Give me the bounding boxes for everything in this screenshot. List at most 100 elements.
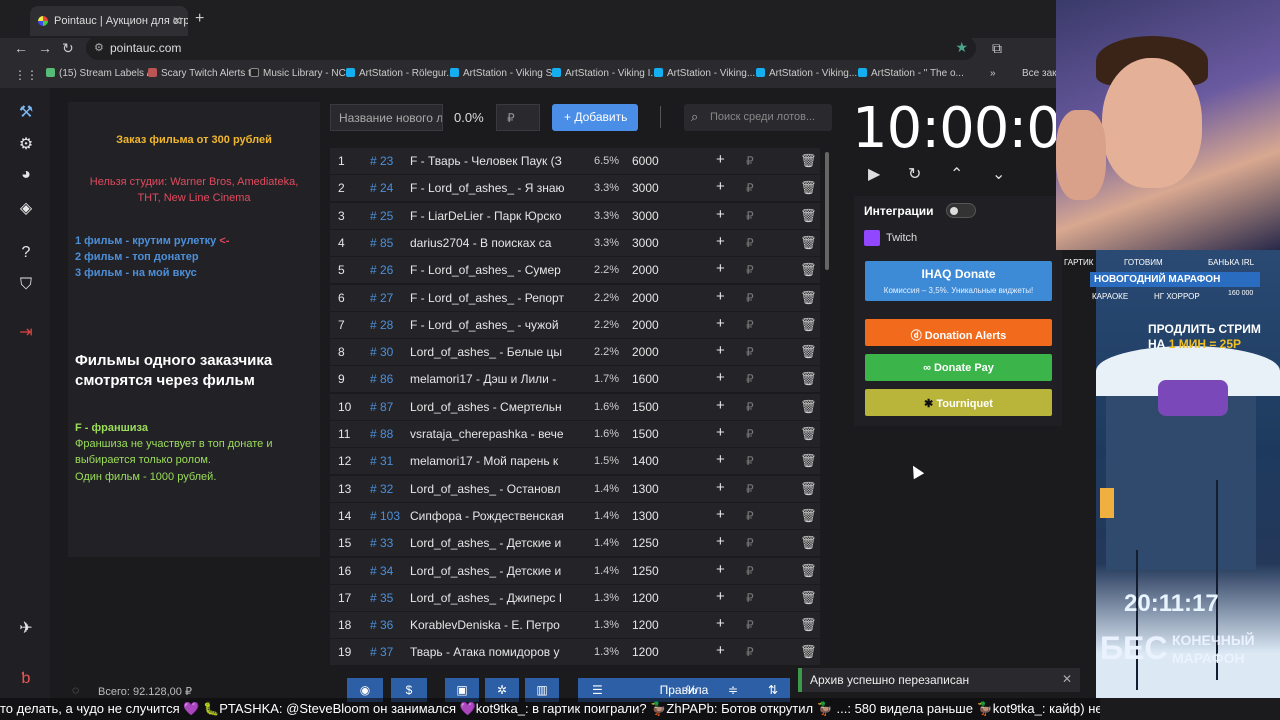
add-amount-input[interactable]: ₽ (746, 454, 754, 468)
amount-input[interactable]: ₽ (496, 104, 540, 131)
lot-name[interactable]: vsrataja_cherepashka - вече (410, 427, 572, 441)
play-icon[interactable]: ▶ (868, 164, 880, 184)
settings-gear-icon[interactable]: ⚙ (16, 134, 36, 154)
lot-amount[interactable]: 1300 (632, 482, 659, 496)
ihaq-donate-button[interactable]: IHAQ Donate Комиссия – 3,5%. Уникальные … (865, 261, 1052, 301)
add-lot-button[interactable]: + Добавить (552, 104, 638, 131)
add-amount-plus-icon[interactable]: + (716, 233, 725, 250)
add-amount-plus-icon[interactable]: + (716, 369, 725, 386)
lot-name[interactable]: Lord_of_ashes - Смертельн (410, 400, 572, 414)
lot-amount[interactable]: 2000 (632, 345, 659, 359)
bookmark-item[interactable]: ArtStation - Viking I... (552, 68, 659, 79)
bookmark-item[interactable]: ArtStation - Rölegur... (346, 68, 455, 79)
shield-icon[interactable]: ⛉ (16, 276, 36, 296)
add-amount-input[interactable]: ₽ (746, 536, 754, 550)
browser-tab[interactable]: Pointauc | Аукцион для стрима ✕ (30, 6, 188, 36)
add-amount-plus-icon[interactable]: + (716, 615, 725, 632)
lot-row[interactable]: 2 # 24 F - Lord_of_ashes_ - Я знаю 3.3% 3000… (330, 175, 820, 202)
add-amount-plus-icon[interactable]: + (716, 397, 725, 414)
bookmark-item[interactable]: ArtStation - Viking... (756, 68, 857, 79)
lot-amount[interactable]: 6000 (632, 154, 659, 168)
lot-name[interactable]: F - Lord_of_ashes_ - Репорт (410, 291, 572, 305)
delete-trash-icon[interactable]: 🗑 (800, 153, 817, 169)
lot-amount[interactable]: 1250 (632, 536, 659, 550)
delete-trash-icon[interactable]: 🗑 (800, 426, 817, 442)
lot-amount[interactable]: 3000 (632, 209, 659, 223)
apps-icon[interactable]: ⋮⋮ (14, 68, 38, 82)
lot-row[interactable]: 4 # 85 darius2704 - В поисках са 3.3% 3000 + ₽… (330, 229, 820, 256)
bookmark-item[interactable]: Scary Twitch Alerts t... (148, 68, 259, 79)
boosty-icon[interactable]: ƅ (16, 670, 36, 690)
lot-row[interactable]: 12 # 31 melamori17 - Мой парень к 1.5% 1400 +… (330, 448, 820, 475)
extensions-icon[interactable]: ⧉ (992, 40, 1002, 57)
lot-row[interactable]: 15 # 33 Lord_of_ashes_ - Детские и 1.4% 1250… (330, 530, 820, 557)
add-amount-plus-icon[interactable]: + (716, 342, 725, 359)
add-amount-plus-icon[interactable]: + (716, 642, 725, 659)
add-amount-input[interactable]: ₽ (746, 427, 754, 441)
lot-name[interactable]: F - Lord_of_ashes_ - чужой (410, 318, 572, 332)
wheel-icon[interactable]: ◕ (16, 166, 36, 186)
add-amount-plus-icon[interactable]: + (716, 206, 725, 223)
bookmark-star-icon[interactable]: ★ (955, 39, 968, 56)
lot-amount[interactable]: 1600 (632, 372, 659, 386)
more-bookmarks-icon[interactable]: » (990, 68, 996, 79)
reload-icon[interactable]: ↻ (62, 40, 74, 57)
lot-row[interactable]: 10 # 87 Lord_of_ashes - Смертельн 1.6% 1500 +… (330, 393, 820, 420)
add-amount-plus-icon[interactable]: + (716, 561, 725, 578)
delete-trash-icon[interactable]: 🗑 (800, 508, 817, 524)
lot-row[interactable]: 16 # 34 Lord_of_ashes_ - Детские и 1.4% 1250… (330, 557, 820, 584)
time-up-icon[interactable]: ⌃ (950, 164, 963, 184)
delete-trash-icon[interactable]: 🗑 (800, 535, 817, 551)
close-toast-icon[interactable]: ✕ (1062, 672, 1072, 686)
lot-row[interactable]: 7 # 28 F - Lord_of_ashes_ - чужой 2.2% 2000 +… (330, 311, 820, 338)
lot-name[interactable]: F - LiarDeLier - Парк Юрско (410, 209, 572, 223)
lot-amount[interactable]: 1400 (632, 454, 659, 468)
delete-trash-icon[interactable]: 🗑 (800, 180, 817, 196)
lot-amount[interactable]: 2000 (632, 291, 659, 305)
add-amount-plus-icon[interactable]: + (716, 424, 725, 441)
add-amount-input[interactable]: ₽ (746, 564, 754, 578)
lot-row[interactable]: 5 # 26 F - Lord_of_ashes_ - Сумер 2.2% 2000 +… (330, 257, 820, 284)
lot-name[interactable]: F - Тварь - Человек Паук (З (410, 154, 572, 168)
bookmark-item[interactable]: ArtStation - Viking... (654, 68, 755, 79)
logout-icon[interactable]: ⇥ (16, 322, 36, 342)
site-info-icon[interactable]: ⚙ (94, 41, 104, 54)
lot-search-input[interactable]: ⌕ Поиск среди лотов... (684, 104, 832, 131)
add-amount-input[interactable]: ₽ (746, 372, 754, 386)
lot-row[interactable]: 13 # 32 Lord_of_ashes_ - Остановл 1.4% 1300 +… (330, 475, 820, 502)
lot-name[interactable]: Lord_of_ashes_ - Остановл (410, 482, 572, 496)
table-scrollbar[interactable] (825, 152, 829, 270)
lot-row[interactable]: 3 # 25 F - LiarDeLier - Парк Юрско 3.3% 3000… (330, 202, 820, 229)
add-amount-input[interactable]: ₽ (746, 645, 754, 659)
add-amount-input[interactable]: ₽ (746, 209, 754, 223)
lot-row[interactable]: 1 # 23 F - Тварь - Человек Паук (З 6.5% 6000… (330, 148, 820, 174)
lot-name[interactable]: KorablevDeniska - Е. Петро (410, 618, 572, 632)
delete-trash-icon[interactable]: 🗑 (800, 481, 817, 497)
help-icon[interactable]: ? (16, 244, 36, 264)
delete-trash-icon[interactable]: 🗑 (800, 399, 817, 415)
donation-alerts-button[interactable]: ⓓ Donation Alerts (865, 319, 1052, 346)
delete-trash-icon[interactable]: 🗑 (800, 371, 817, 387)
lot-row[interactable]: 17 # 35 Lord_of_ashes_ - Джиперс І 1.3% 1200… (330, 584, 820, 611)
time-down-icon[interactable]: ⌄ (992, 164, 1005, 184)
hide-eye-icon[interactable]: ◌ (72, 683, 79, 697)
delete-trash-icon[interactable]: 🗑 (800, 590, 817, 606)
add-amount-plus-icon[interactable]: + (716, 451, 725, 468)
lot-amount[interactable]: 1250 (632, 564, 659, 578)
lot-name-input[interactable]: Название нового лота (330, 104, 443, 131)
lot-name[interactable]: melamori17 - Мой парень к (410, 454, 572, 468)
lot-name[interactable]: Lord_of_ashes_ - Белые цы (410, 345, 572, 359)
delete-trash-icon[interactable]: 🗑 (800, 344, 817, 360)
add-amount-plus-icon[interactable]: + (716, 178, 725, 195)
add-amount-plus-icon[interactable]: + (716, 315, 725, 332)
add-amount-plus-icon[interactable]: + (716, 260, 725, 277)
delete-trash-icon[interactable]: 🗑 (800, 617, 817, 633)
close-tab-icon[interactable]: ✕ (172, 14, 182, 28)
add-amount-input[interactable]: ₽ (746, 618, 754, 632)
delete-trash-icon[interactable]: 🗑 (800, 644, 817, 660)
delete-trash-icon[interactable]: 🗑 (800, 317, 817, 333)
lot-amount[interactable]: 1200 (632, 645, 659, 659)
back-icon[interactable]: ← (14, 40, 28, 56)
lot-name[interactable]: Сипфора - Рождественская (410, 509, 572, 523)
lot-name[interactable]: Тварь - Атака помидоров у (410, 645, 572, 659)
